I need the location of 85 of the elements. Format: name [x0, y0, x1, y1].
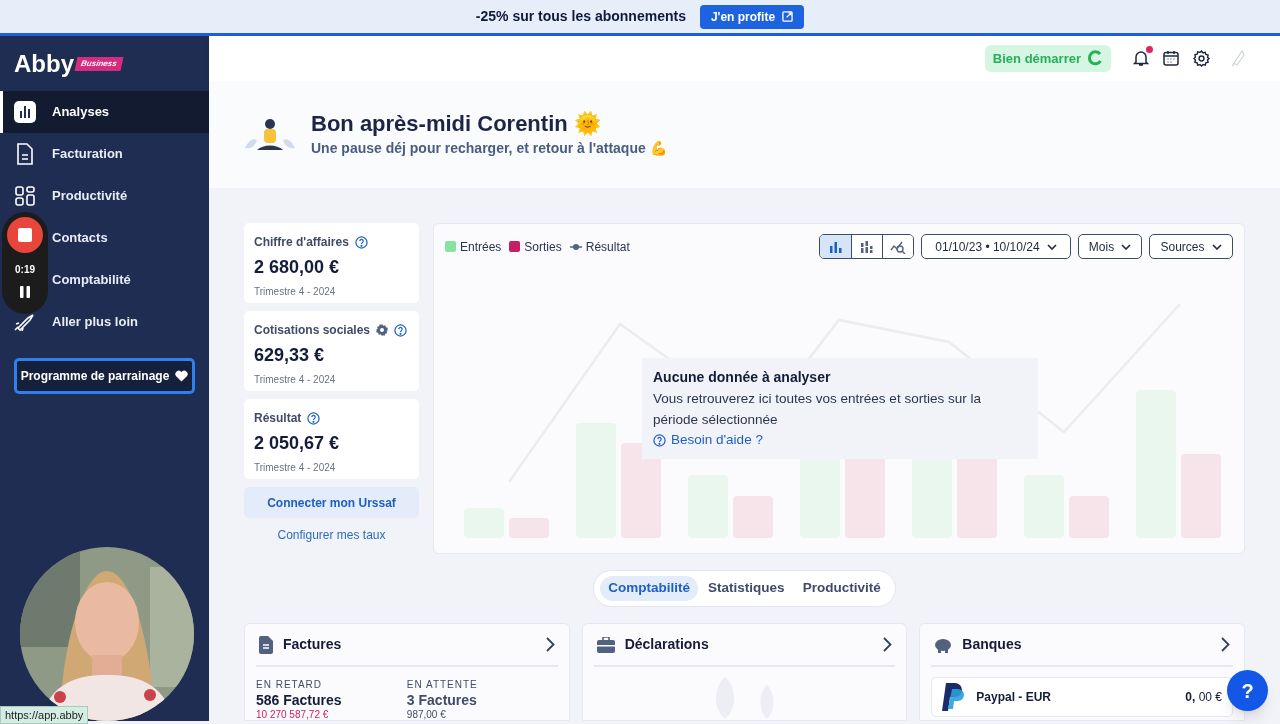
chart-view-toggle[interactable] — [851, 235, 882, 258]
empty-state-text: Vous retrouverez ici toutes vos entrées et sorties sur la période sélectionnée — [653, 390, 982, 429]
referral-button[interactable]: Programme de parrainage — [14, 358, 195, 394]
nav-item[interactable]: Facturation — [14, 143, 123, 165]
kpi-period: Trimestre 4 - 2024 — [254, 373, 337, 387]
nav-item[interactable]: Comptabilité — [52, 270, 131, 290]
empty-state-title: Aucune donnée à analyser — [653, 368, 832, 387]
help-icon — [394, 323, 408, 337]
account-balance: 0, 00 € — [1185, 689, 1222, 706]
briefcase-icon — [596, 636, 615, 653]
grid-icon — [15, 186, 35, 206]
placeholder-bar — [1069, 496, 1109, 538]
legend-label: Résultat — [585, 238, 630, 256]
tab[interactable]: Productivité — [794, 576, 889, 601]
chevron-down-icon — [1046, 243, 1057, 250]
heart-icon — [175, 370, 189, 382]
card-title: Banques — [962, 635, 1023, 654]
greeting-title: Bon après-midi Corentin 🌞 — [311, 109, 602, 138]
stat-label: EN ATTENTE — [406, 678, 479, 692]
stat-label: EN RETARD — [256, 678, 324, 692]
progress-ring-icon — [1087, 50, 1103, 67]
help-icon — [354, 235, 368, 249]
urssaf-button[interactable]: Connecter mon Urssaf — [244, 487, 419, 518]
nav-item[interactable]: Analyses — [14, 101, 110, 123]
placeholder-bar — [733, 496, 773, 538]
p-logo-icon — [942, 683, 967, 711]
help-icon — [307, 411, 321, 425]
invoice-amount: 10 270 587,72 € — [256, 709, 330, 720]
nav-item[interactable]: Aller plus loin — [14, 312, 138, 332]
invoice-count: 586 Factures — [256, 692, 343, 709]
kpi-period: Trimestre 4 - 2024 — [254, 461, 337, 475]
bar-chart-icon — [14, 101, 36, 123]
kpi-value: 2 050,67 € — [254, 432, 341, 455]
invoice-amount: 987,00 € — [406, 709, 447, 720]
chevron-right-icon[interactable] — [545, 637, 555, 652]
promo-button[interactable]: J'en profite — [699, 4, 805, 29]
card-title: Factures — [283, 635, 343, 654]
tab[interactable]: Comptabilité — [600, 576, 699, 601]
bell-icon[interactable] — [1133, 49, 1149, 68]
pause-icon[interactable] — [20, 286, 30, 298]
chevron-down-icon — [1211, 243, 1222, 250]
stacked-bars-icon — [860, 239, 874, 254]
card-title: Déclarations — [624, 635, 710, 654]
period-dropdown[interactable]: Mois — [1078, 234, 1142, 259]
kpi-label: Chiffre d'affaires — [254, 234, 349, 251]
stop-button[interactable] — [7, 217, 43, 253]
chevron-down-icon — [1121, 243, 1132, 250]
bar-chart-icon — [828, 239, 843, 254]
stop-icon — [18, 228, 32, 242]
trend-search-icon — [890, 239, 906, 254]
kpi-value: 629,33 € — [254, 344, 326, 367]
help-link[interactable]: Besoin d'aide ? — [653, 430, 1027, 451]
chart-view-toggle[interactable] — [882, 235, 913, 258]
external-link-icon — [782, 11, 794, 22]
tab[interactable]: Statistiques — [700, 576, 793, 601]
settings-icon[interactable] — [376, 324, 389, 336]
sources-dropdown[interactable]: Sources — [1149, 234, 1233, 259]
kpi-label: Cotisations sociales — [254, 322, 371, 339]
recording-time: 0:19 — [15, 263, 35, 277]
document-icon — [15, 143, 35, 165]
url-tooltip: https://app.abby — [0, 706, 89, 724]
placeholder-bar — [509, 518, 549, 538]
nav-item[interactable]: Contacts — [52, 228, 108, 248]
logo-badge: Business — [74, 56, 124, 71]
kpi-value: 2 680,00 € — [254, 256, 341, 279]
calendar-icon[interactable] — [1163, 50, 1179, 67]
logo[interactable]: Abby — [14, 51, 74, 76]
nav-item[interactable]: Productivité — [14, 186, 128, 206]
kpi-label: Résultat — [254, 410, 302, 427]
legend-label: Sorties — [524, 238, 562, 256]
chevron-right-icon[interactable] — [883, 637, 893, 652]
date-range-dropdown[interactable]: 01/10/23 • 10/10/24 — [921, 234, 1071, 259]
document-icon — [259, 635, 273, 654]
invoice-count: 3 Factures — [406, 692, 478, 709]
chevron-right-icon[interactable] — [1221, 637, 1230, 652]
rates-link[interactable]: Configurer mes taux — [244, 526, 419, 544]
kpi-period: Trimestre 4 - 2024 — [254, 285, 337, 299]
bank-account-row[interactable]: Paypal - EUR 0, 00 € — [931, 677, 1233, 717]
greeting-subtitle: Une pause déj pour recharger, et retour à l'attaque 💪 — [311, 138, 667, 158]
promo-text: -25% sur tous les abonnements — [475, 7, 686, 26]
legend-label: Entrées — [460, 238, 502, 256]
settings-icon[interactable] — [1193, 49, 1210, 67]
chart-view-toggle[interactable] — [820, 235, 851, 258]
account-name: Paypal - EUR — [976, 689, 1053, 706]
help-icon — [653, 433, 666, 447]
